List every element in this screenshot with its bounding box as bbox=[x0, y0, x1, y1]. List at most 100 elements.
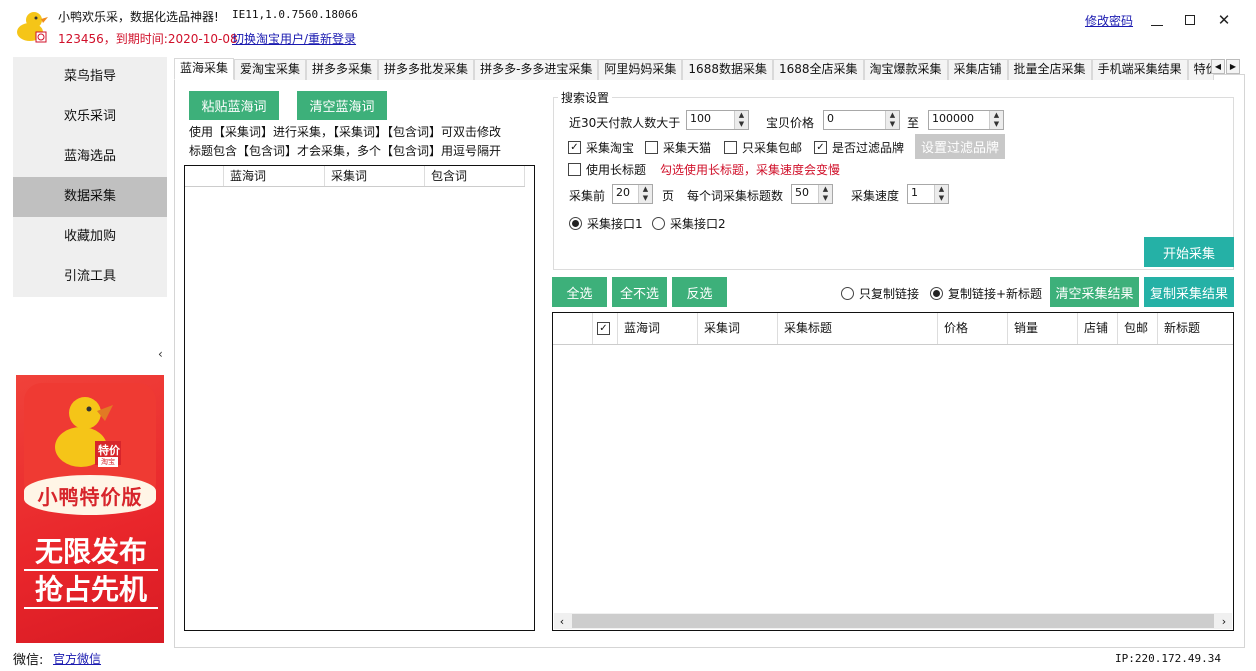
sidebar-item-word-collect[interactable]: 欢乐采词 bbox=[13, 97, 167, 137]
collect-taobao-checkbox[interactable]: ✓ 采集淘宝 bbox=[568, 139, 634, 156]
set-brand-filter-button[interactable]: 设置过滤品牌 bbox=[915, 134, 1005, 159]
copy-links-only-label: 只复制链接 bbox=[859, 287, 920, 301]
results-header-free-shipping[interactable]: 包邮 bbox=[1118, 313, 1158, 344]
switch-user-link[interactable]: 切换淘宝用户/重新登录 bbox=[232, 30, 356, 47]
invert-selection-button[interactable]: 反选 bbox=[672, 277, 727, 307]
maximize-button[interactable] bbox=[1178, 8, 1202, 32]
copy-links-only-radio[interactable]: 只复制链接 bbox=[841, 285, 919, 302]
close-button[interactable]: ✕ bbox=[1212, 8, 1236, 32]
speed-value[interactable]: 1 bbox=[908, 185, 934, 203]
select-all-button[interactable]: 全选 bbox=[552, 277, 607, 307]
results-horizontal-scrollbar[interactable]: ‹ › bbox=[554, 613, 1232, 629]
banner-badge-bottom: 淘宝 bbox=[98, 457, 118, 467]
price-max-value[interactable]: 100000 bbox=[929, 111, 989, 129]
tab-4[interactable]: 拼多多-多多进宝采集 bbox=[474, 59, 599, 80]
price-min-spinner[interactable]: 0 ▲ ▼ bbox=[823, 110, 900, 130]
tab-11[interactable]: 手机端采集结果 bbox=[1091, 59, 1188, 80]
search-settings-title: 搜索设置 bbox=[558, 89, 613, 106]
wechat-official-link[interactable]: 官方微信 bbox=[53, 650, 101, 667]
sidebar-item-favorites[interactable]: 收藏加购 bbox=[13, 217, 167, 257]
grid-header-collect-word[interactable]: 采集词 bbox=[325, 166, 425, 186]
spinner-arrows-icon[interactable]: ▲ ▼ bbox=[885, 111, 899, 129]
banner-brand: 小鸭特价版 bbox=[24, 475, 156, 515]
tab-2[interactable]: 拼多多采集 bbox=[306, 59, 379, 80]
tab-8[interactable]: 淘宝爆款采集 bbox=[863, 59, 948, 80]
results-header-price[interactable]: 价格 bbox=[938, 313, 1008, 344]
tab-scroll-right-icon[interactable]: ▶ bbox=[1226, 59, 1240, 74]
tab-5[interactable]: 阿里妈妈采集 bbox=[598, 59, 683, 80]
grid-header-include-word[interactable]: 包含词 bbox=[425, 166, 525, 186]
collect-tmall-checkbox[interactable]: 采集天猫 bbox=[645, 139, 711, 156]
min-buyers-spinner[interactable]: 100 ▲ ▼ bbox=[686, 110, 749, 130]
spinner-arrows-icon[interactable]: ▲ ▼ bbox=[734, 111, 748, 129]
copy-links-titles-radio[interactable]: 复制链接+新标题 bbox=[930, 285, 1042, 302]
banner-slogan-1: 无限发布 bbox=[24, 535, 158, 571]
sidebar-item-data-collect[interactable]: 数据采集 bbox=[13, 177, 167, 217]
copy-links-titles-label: 复制链接+新标题 bbox=[948, 287, 1043, 301]
results-header-title[interactable]: 采集标题 bbox=[778, 313, 938, 344]
app-title: 小鸭欢乐采，数据化选品神器! bbox=[58, 10, 219, 24]
clear-results-button[interactable]: 清空采集结果 bbox=[1050, 277, 1139, 307]
sidebar-item-guide[interactable]: 菜鸟指导 bbox=[13, 57, 167, 97]
results-header-shop[interactable]: 店铺 bbox=[1078, 313, 1118, 344]
change-password-link[interactable]: 修改密码 bbox=[1085, 12, 1133, 29]
grid-header-rowsel bbox=[185, 166, 224, 186]
filter-brand-checkbox[interactable]: ✓ 是否过滤品牌 bbox=[814, 139, 904, 156]
app-logo-duck-icon bbox=[14, 8, 50, 44]
promo-banner[interactable]: 特价 淘宝 小鸭特价版 无限发布 抢占先机 bbox=[16, 375, 164, 643]
min-buyers-value[interactable]: 100 bbox=[687, 111, 734, 129]
results-header-sales[interactable]: 销量 bbox=[1008, 313, 1078, 344]
results-header-collect-word[interactable]: 采集词 bbox=[698, 313, 778, 344]
copy-results-button[interactable]: 复制采集结果 bbox=[1144, 277, 1234, 307]
speed-spinner[interactable]: 1 ▲ ▼ bbox=[907, 184, 949, 204]
interface-1-radio[interactable]: 采集接口1 bbox=[569, 215, 643, 232]
spinner-arrows-icon[interactable]: ▲ ▼ bbox=[638, 185, 652, 203]
minimize-icon bbox=[1151, 24, 1163, 26]
select-none-button[interactable]: 全不选 bbox=[612, 277, 667, 307]
free-shipping-checkbox[interactable]: 只采集包邮 bbox=[724, 139, 802, 156]
tab-1[interactable]: 爱淘宝采集 bbox=[234, 59, 307, 80]
radio-unselected-icon bbox=[652, 217, 665, 230]
collection-tabs: 蓝海采集 爱淘宝采集 拼多多采集 拼多多批发采集 拼多多-多多进宝采集 阿里妈妈采集 168… bbox=[174, 58, 1214, 80]
tab-3[interactable]: 拼多多批发采集 bbox=[378, 59, 475, 80]
radio-selected-icon bbox=[930, 287, 943, 300]
titles-per-word-value[interactable]: 50 bbox=[792, 185, 818, 203]
long-title-checkbox[interactable]: 使用长标题 bbox=[568, 161, 646, 178]
long-title-warning: 勾选使用长标题，采集速度会变慢 bbox=[660, 163, 841, 177]
collect-taobao-label: 采集淘宝 bbox=[586, 141, 635, 155]
results-grid[interactable]: ✓ 蓝海词 采集词 采集标题 价格 销量 店铺 包邮 新标题 bbox=[552, 312, 1234, 631]
scroll-right-icon[interactable]: › bbox=[1216, 615, 1232, 628]
banner-slogan-2: 抢占先机 bbox=[24, 573, 158, 609]
tab-10[interactable]: 批量全店采集 bbox=[1007, 59, 1092, 80]
price-max-spinner[interactable]: 100000 ▲ ▼ bbox=[928, 110, 1004, 130]
sidebar-item-blue-ocean[interactable]: 蓝海选品 bbox=[13, 137, 167, 177]
spinner-arrows-icon[interactable]: ▲ ▼ bbox=[818, 185, 832, 203]
scrollbar-thumb[interactable] bbox=[572, 614, 1214, 628]
results-header-new-title[interactable]: 新标题 bbox=[1158, 313, 1233, 344]
interface-2-radio[interactable]: 采集接口2 bbox=[652, 215, 726, 232]
results-header-blue-word[interactable]: 蓝海词 bbox=[618, 313, 698, 344]
titles-per-word-spinner[interactable]: 50 ▲ ▼ bbox=[791, 184, 833, 204]
price-to-label: 至 bbox=[907, 116, 920, 130]
keywords-grid[interactable]: 蓝海词 采集词 包含词 bbox=[184, 165, 535, 631]
spinner-arrows-icon[interactable]: ▲ ▼ bbox=[989, 111, 1003, 129]
paste-keywords-button[interactable]: 粘贴蓝海词 bbox=[189, 91, 279, 120]
pages-spinner[interactable]: 20 ▲ ▼ bbox=[612, 184, 653, 204]
grid-header-blue-word[interactable]: 蓝海词 bbox=[224, 166, 325, 186]
tab-9[interactable]: 采集店铺 bbox=[947, 59, 1008, 80]
price-min-value[interactable]: 0 bbox=[824, 111, 885, 129]
clear-keywords-button[interactable]: 清空蓝海词 bbox=[297, 91, 387, 120]
results-header-select-all-checkbox[interactable]: ✓ bbox=[593, 313, 618, 344]
tab-0[interactable]: 蓝海采集 bbox=[174, 58, 235, 80]
spinner-arrows-icon[interactable]: ▲ ▼ bbox=[934, 185, 948, 203]
tab-7[interactable]: 1688全店采集 bbox=[772, 59, 864, 80]
scroll-left-icon[interactable]: ‹ bbox=[554, 615, 570, 628]
pages-value[interactable]: 20 bbox=[613, 185, 638, 203]
tab-6[interactable]: 1688数据采集 bbox=[682, 59, 773, 80]
sidebar-item-traffic-tools[interactable]: 引流工具 bbox=[13, 257, 167, 297]
tab-scroll-left-icon[interactable]: ◀ bbox=[1211, 59, 1225, 74]
collapse-sidebar-icon[interactable]: ‹ bbox=[158, 347, 163, 361]
start-collect-button[interactable]: 开始采集 bbox=[1144, 237, 1234, 267]
min-buyers-label: 近30天付款人数大于 bbox=[569, 116, 681, 130]
minimize-button[interactable] bbox=[1145, 8, 1169, 32]
